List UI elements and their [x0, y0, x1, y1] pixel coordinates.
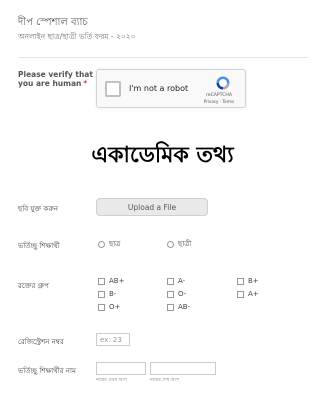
checkbox[interactable] — [167, 303, 174, 311]
checkbox[interactable] — [98, 277, 105, 285]
photo-label: ছবি যুক্ত করুন — [18, 205, 58, 213]
student-type-option-male[interactable]: ছাত্র — [98, 238, 120, 250]
required-mark: * — [83, 79, 88, 88]
registration-input[interactable]: ex: 23 — [96, 333, 130, 346]
form-subtitle: অনলাইন ছাত্র/ছাত্রী ভর্তি ফরম - ২০২০ — [18, 32, 136, 41]
option-label: ছাত্র — [109, 240, 121, 248]
form-title: দীপ স্পেশাল ব্যাচ — [18, 17, 88, 28]
student-type-option-female[interactable]: ছাত্রী — [167, 238, 191, 250]
student-type-label: ভর্তিচ্ছু শিক্ষার্থী — [18, 242, 60, 250]
blood-group-option[interactable]: B+ — [237, 277, 259, 285]
radio-button[interactable] — [167, 240, 174, 248]
recaptcha-logo-icon — [216, 76, 230, 90]
recaptcha-privacy-terms[interactable]: Privacy - Terms — [199, 99, 239, 104]
blood-group-option[interactable]: AB- — [167, 303, 190, 311]
option-label: AB- — [178, 303, 191, 311]
checkbox[interactable] — [167, 290, 174, 298]
verify-label: Please verify that you are human * — [18, 70, 94, 88]
blood-group-label: রক্তের গ্রুপ — [18, 282, 49, 290]
checkbox[interactable] — [237, 290, 244, 298]
recaptcha-label: I'm not a robot — [129, 84, 189, 93]
blood-group-option[interactable]: B- — [98, 290, 116, 298]
option-label: O+ — [109, 303, 121, 311]
recaptcha-widget: I'm not a robot reCAPTCHA Privacy - Term… — [96, 69, 246, 108]
option-label: B- — [109, 290, 117, 298]
checkbox[interactable] — [237, 277, 244, 285]
last-name-hint: নামের শেষ অংশ — [150, 378, 180, 383]
option-label: B+ — [248, 277, 259, 285]
registration-label: রেজিস্ট্রেশন নম্বর — [18, 338, 64, 346]
header-divider — [18, 57, 308, 58]
checkbox[interactable] — [167, 277, 174, 285]
radio-button[interactable] — [98, 240, 105, 248]
checkbox[interactable] — [98, 303, 105, 311]
option-label: A+ — [248, 290, 259, 298]
option-label: O- — [178, 290, 187, 298]
blood-group-option[interactable]: A+ — [237, 290, 259, 298]
upload-file-button[interactable]: Upload a File — [96, 198, 208, 216]
recaptcha-checkbox[interactable] — [105, 81, 121, 97]
option-label: A- — [178, 277, 186, 285]
checkbox[interactable] — [98, 290, 105, 298]
blood-group-option[interactable]: O- — [167, 290, 186, 298]
blood-group-option[interactable]: O+ — [98, 303, 120, 311]
section-title: একাডেমিক তথ্য — [91, 143, 234, 168]
blood-group-option[interactable]: A- — [167, 277, 185, 285]
recaptcha-brand: reCAPTCHA — [205, 93, 233, 98]
option-label: AB+ — [109, 277, 125, 285]
verify-label-text: Please verify that you are human — [18, 70, 93, 88]
option-label: ছাত্রী — [178, 240, 192, 248]
last-name-input[interactable] — [150, 362, 216, 375]
student-name-label: ভর্তিচ্ছু শিক্ষার্থীর নাম — [18, 367, 76, 375]
first-name-input[interactable] — [96, 362, 146, 375]
blood-group-option[interactable]: AB+ — [98, 277, 124, 285]
first-name-hint: নামের প্রথম অংশ — [96, 378, 127, 383]
